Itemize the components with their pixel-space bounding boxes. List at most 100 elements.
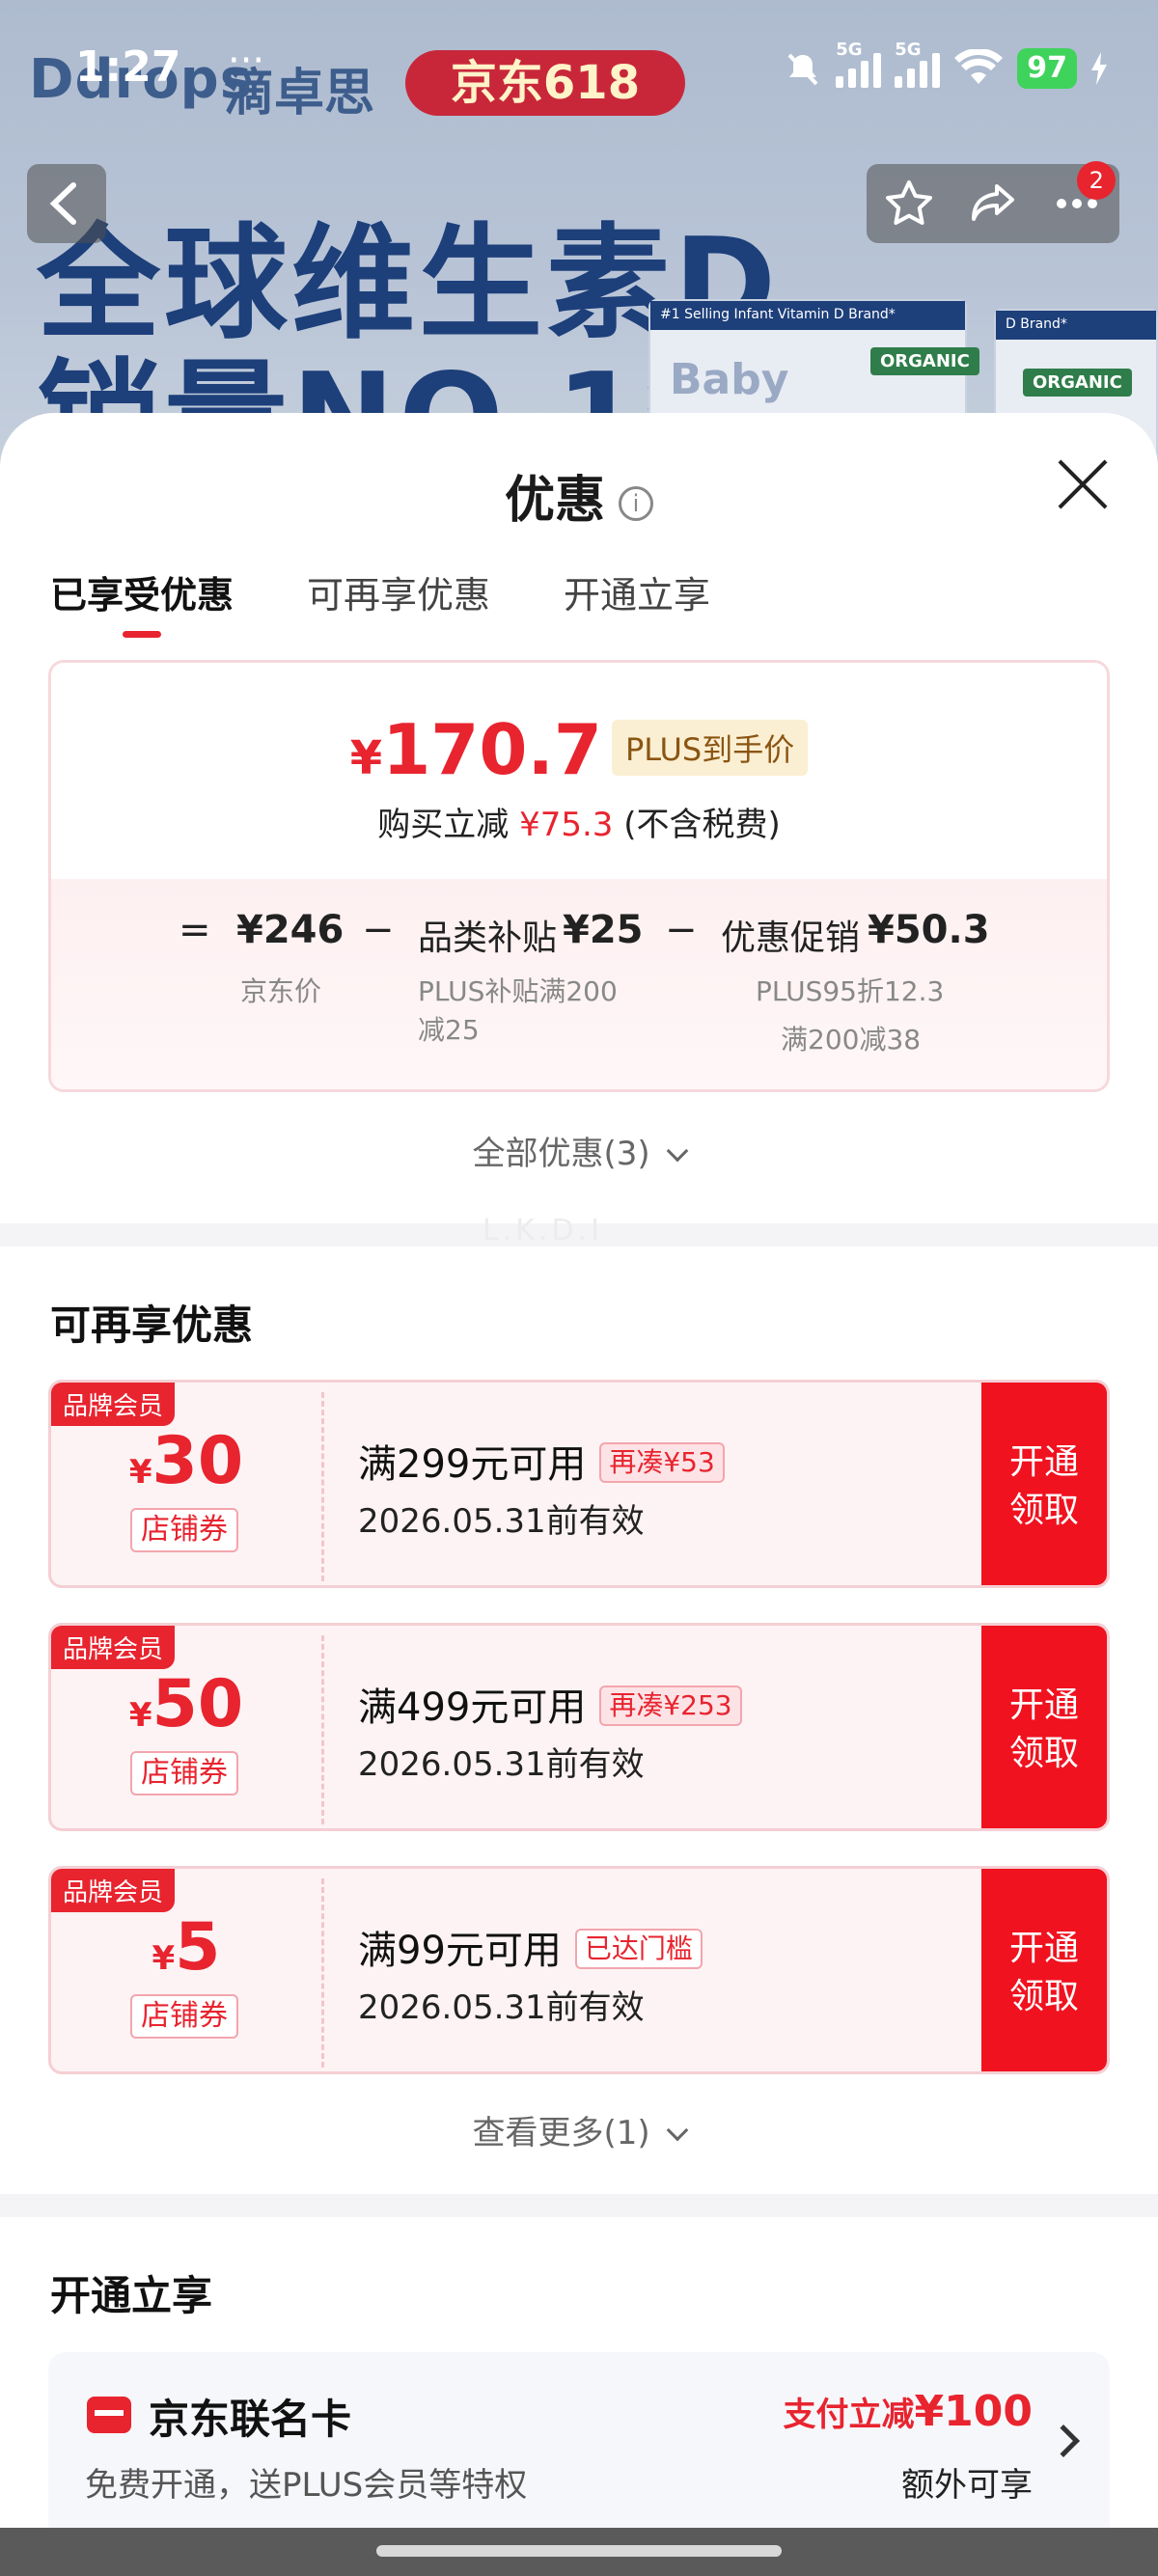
product-box-strip: #1 Selling Infant Vitamin D Brand* [650, 301, 965, 330]
final-price-value: 170.7 [382, 709, 602, 790]
coupon-expiry: 2026.05.31前有效 [358, 1745, 645, 1784]
back-button[interactable] [27, 164, 106, 243]
final-price-currency: ¥ [349, 731, 383, 785]
subsidy-label: 品类补贴 [418, 918, 558, 958]
promo-note-2: 满200减38 [781, 1024, 922, 1055]
see-more-label: 查看更多(1) [472, 2114, 650, 2152]
discount-tabs: 已享受优惠 可再享优惠 开通立享 [50, 565, 710, 638]
card-promo: 支付立减¥100 [784, 2387, 1033, 2436]
co-brand-card-row[interactable]: 京东联名卡 免费开通，送PLUS会员等特权 支付立减¥100 额外可享 [48, 2352, 1110, 2545]
watermark: L.K.D.I [482, 1214, 603, 1247]
star-icon[interactable] [882, 177, 936, 231]
notification-badge: 2 [1077, 161, 1117, 200]
coupon-divider [321, 1635, 324, 1824]
tab-enjoyed[interactable]: 已享受优惠 [50, 565, 234, 638]
open-claim-label-1: 开通 [1008, 1685, 1079, 1725]
coupon-currency: ¥ [128, 1453, 152, 1492]
coupon-amount: ¥5 [51, 1909, 321, 1986]
member-tag: 品牌会员 [51, 1383, 176, 1426]
coupon-condition-text: 满99元可用 [358, 1929, 562, 1973]
chevron-right-icon [1047, 2425, 1080, 2457]
jd-price-label: 京东价 [240, 975, 322, 1007]
promo-value: ¥50.3 [868, 908, 990, 952]
open-claim-label-2: 领取 [1008, 1734, 1079, 1773]
coupon-amount: ¥50 [51, 1666, 321, 1742]
coupon-divider [321, 1878, 324, 2068]
status-time: 1:27 [75, 42, 181, 92]
tab-more-available[interactable]: 可再享优惠 [307, 565, 490, 638]
open-claim-label-1: 开通 [1008, 1442, 1079, 1482]
coupon-gap-pill: 再凑¥253 [599, 1685, 742, 1726]
card-name: 京东联名卡 [149, 2396, 352, 2443]
open-claim-button[interactable]: 开通 领取 [981, 1869, 1107, 2071]
chevron-left-icon [49, 182, 76, 225]
coupon-currency: ¥ [152, 1939, 176, 1978]
chevron-down-icon [667, 1139, 689, 1163]
top-action-group: 2 [867, 161, 1119, 243]
save-amount: ¥75.3 [519, 806, 614, 844]
save-suffix: (不含税费) [623, 806, 781, 844]
coupon-amount: ¥30 [51, 1423, 321, 1499]
coupon-gap-pill: 再凑¥53 [599, 1442, 725, 1483]
charging-icon [1091, 52, 1107, 85]
coupon-card: ¥50 店铺券 品牌会员 满499元可用 再凑¥253 2026.05.31前有效… [48, 1623, 1110, 1831]
see-more-toggle[interactable]: 查看更多(1) [0, 2106, 1158, 2153]
coupon-divider [321, 1392, 324, 1581]
open-claim-button[interactable]: 开通 领取 [981, 1383, 1107, 1585]
signal-icon-1: 5G [836, 40, 882, 88]
coupon-condition: 满99元可用 已达门槛 [358, 1919, 703, 1975]
status-bar: 1:27 ··· 5G 5G 97 [0, 0, 1158, 135]
coupon-expiry: 2026.05.31前有效 [358, 1502, 645, 1541]
plus-price-tag: PLUS到手价 [611, 720, 809, 776]
card-promo-prefix: 支付立减 [783, 2396, 915, 2434]
open-claim-label-2: 领取 [1008, 1977, 1079, 2016]
minus-sign-2: − [665, 908, 698, 952]
subsidy-note-2: 减25 [418, 1014, 480, 1046]
sheet-title: 优惠 i [0, 459, 1158, 532]
product-box-baby: Baby [670, 355, 789, 404]
all-deals-label: 全部优惠(3) [472, 1135, 650, 1173]
section-divider-2 [0, 2194, 1158, 2217]
battery-indicator: 97 [1017, 48, 1077, 89]
organic-tag-2: ORGANIC [1023, 369, 1132, 397]
coupon-type: 店铺券 [130, 1508, 238, 1552]
coupon-expiry: 2026.05.31前有效 [358, 1988, 645, 2027]
all-deals-toggle[interactable]: 全部优惠(3) [0, 1127, 1158, 1174]
coupon-threshold-pill: 已达门槛 [574, 1929, 703, 1969]
coupon-condition: 满499元可用 再凑¥253 [358, 1676, 742, 1732]
coupon-type: 店铺券 [130, 1994, 238, 2039]
subsidy-value: ¥25 [563, 908, 644, 952]
subsidy-note-1: PLUS补贴满200 [418, 975, 618, 1007]
status-icons: 5G 5G 97 [784, 40, 1108, 89]
network-label-2: 5G [895, 40, 922, 60]
close-icon[interactable] [1054, 455, 1112, 513]
member-tag: 品牌会员 [51, 1869, 176, 1912]
home-indicator[interactable] [376, 2545, 782, 2557]
promo-label: 优惠促销 [721, 918, 861, 958]
tab-open-enjoy[interactable]: 开通立享 [564, 565, 710, 638]
coupon-condition: 满299元可用 再凑¥53 [358, 1433, 725, 1489]
coupon-condition-text: 满499元可用 [358, 1685, 587, 1730]
open-claim-button[interactable]: 开通 领取 [981, 1626, 1107, 1828]
coupon-currency: ¥ [128, 1696, 152, 1735]
coupon-type: 店铺券 [130, 1751, 238, 1795]
minus-sign-1: − [362, 908, 395, 952]
more-button[interactable]: 2 [1050, 161, 1117, 231]
summary-top: ¥170.7 PLUS到手价 购买立减 ¥75.3 (不含税费) [51, 663, 1107, 879]
product-box-strip-2: D Brand* [996, 311, 1156, 340]
card-extra: 额外可享 [901, 2466, 1033, 2505]
coupon-amount-value: 50 [152, 1666, 244, 1742]
mute-icon [787, 53, 818, 86]
info-icon[interactable]: i [619, 486, 653, 521]
coupon-card: ¥5 店铺券 品牌会员 满99元可用 已达门槛 2026.05.31前有效 开通领… [48, 1866, 1110, 2074]
more-deals-title: 可再享优惠 [50, 1302, 254, 1349]
share-icon[interactable] [966, 177, 1020, 231]
card-description: 免费开通，送PLUS会员等特权 [85, 2466, 528, 2505]
organic-tag-1: ORGANIC [870, 347, 979, 375]
price-summary-card: ¥170.7 PLUS到手价 购买立减 ¥75.3 (不含税费) = ¥246 −… [48, 660, 1110, 1092]
network-label-1: 5G [836, 40, 863, 60]
card-promo-amount: ¥100 [914, 2387, 1033, 2436]
equals-sign: = [179, 908, 211, 952]
sheet-title-text: 优惠 [504, 472, 605, 530]
price-breakdown: = ¥246 − 品类补贴 ¥25 − 优惠促销 ¥50.3 京东价 PLUS补… [51, 879, 1107, 1089]
